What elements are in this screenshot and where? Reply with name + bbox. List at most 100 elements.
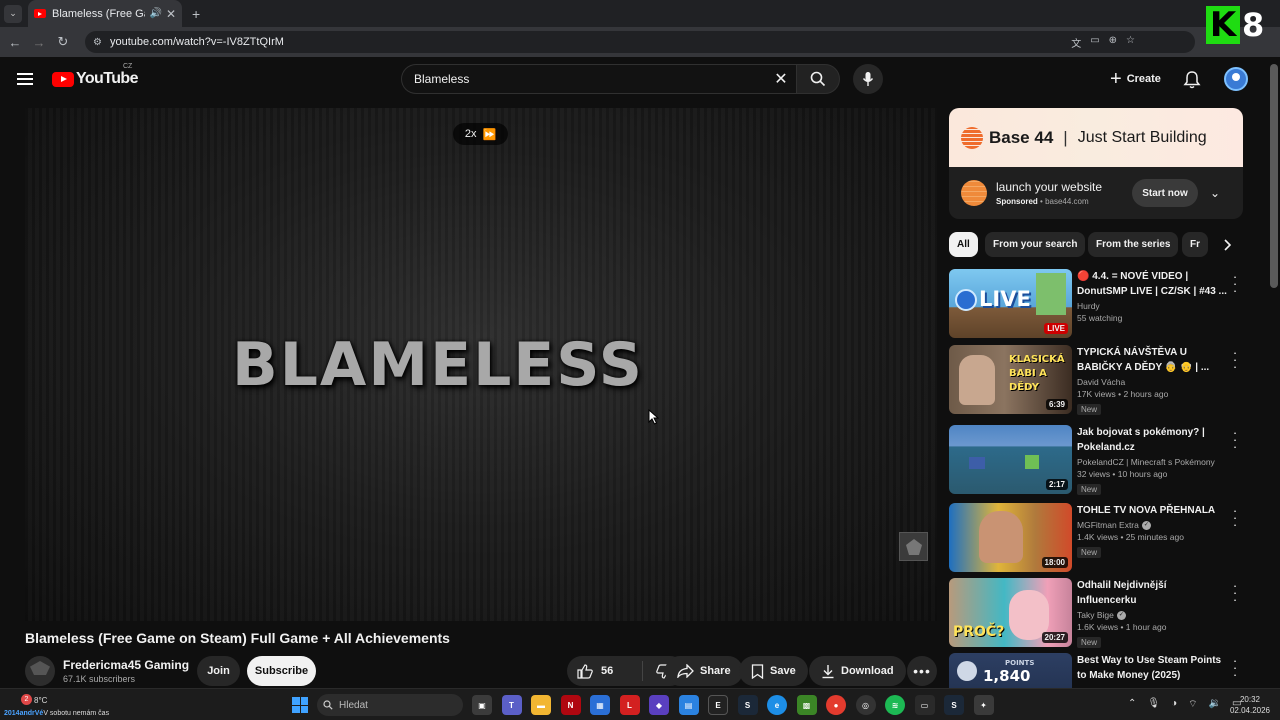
- chip-next-partial[interactable]: Fr: [1182, 232, 1208, 257]
- netflix-icon[interactable]: N: [560, 695, 581, 715]
- channel-avatar[interactable]: [25, 656, 55, 686]
- recommendation-item[interactable]: LIVE LIVE 🔴 4.4. = NOVÉ VIDEO | DonutSMP…: [949, 269, 1249, 339]
- l-app-icon[interactable]: L: [619, 695, 640, 715]
- epic-games-icon[interactable]: E: [708, 695, 728, 715]
- recommendation-title[interactable]: TYPICKÁ NÁVŠTĚVA U BABIČKY A DĚDY 👵 👴 | …: [1077, 345, 1227, 375]
- youtube-logo[interactable]: YouTube CZ: [52, 63, 138, 88]
- recommendation-title[interactable]: Odhalil Nejdivnější Influencerku: [1077, 578, 1227, 608]
- speaker-icon[interactable]: 🔊: [149, 8, 161, 19]
- video-thumbnail[interactable]: 2:17: [949, 425, 1072, 494]
- recommendation-item[interactable]: 2:17 Jak bojovat s pokémony? | Pokeland.…: [949, 425, 1249, 495]
- video-thumbnail[interactable]: PROČ? 20:27: [949, 578, 1072, 647]
- recommendation-title[interactable]: Best Way to Use Steam Points to Make Mon…: [1077, 653, 1227, 683]
- vpn-tray-icon[interactable]: ◑: [1171, 698, 1177, 711]
- recommendation-item[interactable]: KLASICKÁ BABI A DĚDY 6:39 TYPICKÁ NÁVŠTĚ…: [949, 345, 1249, 415]
- steam-client-icon[interactable]: S: [944, 695, 964, 715]
- edge-icon[interactable]: e: [767, 695, 787, 715]
- teams-icon[interactable]: T: [501, 695, 522, 715]
- zoom-icon[interactable]: ⊕: [1109, 35, 1117, 50]
- weather-widget[interactable]: 2 8°C 2014andrVéV sobotu nemám čas: [4, 692, 114, 720]
- windows-start-icon[interactable]: [292, 697, 308, 713]
- wifi-icon[interactable]: ⌔: [1188, 698, 1197, 711]
- recommendation-channel-name[interactable]: MGFitman Extra: [1077, 520, 1139, 530]
- subscribe-button[interactable]: Subscribe: [247, 656, 316, 686]
- video-player[interactable]: 2x ⏩ BLAMELESS: [25, 108, 937, 621]
- github-icon[interactable]: ◎: [855, 695, 876, 715]
- ad-info-card[interactable]: launch your website Sponsored • base44.c…: [949, 167, 1243, 219]
- voice-search-button[interactable]: [853, 64, 883, 94]
- kebab-menu-icon[interactable]: · · ·: [1229, 654, 1241, 681]
- kebab-menu-icon[interactable]: · · ·: [1229, 504, 1241, 531]
- recommendation-title[interactable]: Jak bojovat s pokémony? | Pokeland.cz: [1077, 425, 1227, 455]
- file-explorer-icon[interactable]: ▬: [531, 695, 551, 715]
- video-thumbnail[interactable]: KLASICKÁ BABI A DĚDY 6:39: [949, 345, 1072, 414]
- recommendation-item[interactable]: 18:00 TOHLE TV NOVA PŘEHNALA MGFitman Ex…: [949, 503, 1249, 573]
- forward-icon[interactable]: →: [27, 35, 51, 50]
- recommendation-title[interactable]: TOHLE TV NOVA PŘEHNALA: [1077, 503, 1227, 518]
- kebab-menu-icon[interactable]: · · ·: [1229, 346, 1241, 373]
- taskbar-clock[interactable]: 20:32 02.04.2026: [1228, 694, 1272, 716]
- save-button[interactable]: Save: [739, 656, 808, 686]
- search-button[interactable]: [796, 64, 840, 94]
- search-input[interactable]: Blameless ✕: [401, 64, 796, 94]
- url-text[interactable]: youtube.com/watch?v=-IV8ZTtQIrM: [110, 36, 284, 48]
- kebab-menu-icon[interactable]: · · ·: [1229, 579, 1241, 606]
- kebab-menu-icon[interactable]: · · ·: [1229, 426, 1241, 453]
- ad-banner-image[interactable]: Base 44 | Just Start Building: [949, 108, 1243, 167]
- tab-close-icon[interactable]: ✕: [166, 7, 176, 21]
- notifications-bell-icon[interactable]: [1183, 70, 1201, 89]
- address-bar[interactable]: ⚙ youtube.com/watch?v=-IV8ZTtQIrM 文 ▭ ⊕ …: [85, 31, 1195, 53]
- reload-icon[interactable]: ↻: [51, 34, 75, 50]
- store-icon[interactable]: ▦: [590, 695, 610, 715]
- terminal-icon[interactable]: ▭: [914, 695, 935, 715]
- back-icon[interactable]: ←: [3, 35, 27, 50]
- chip-from-your-search[interactable]: From your search: [985, 232, 1086, 257]
- tray-overflow-chevron-icon[interactable]: ⌃: [1128, 698, 1136, 711]
- recommendation-channel[interactable]: David Vácha: [1077, 377, 1227, 387]
- join-button[interactable]: Join: [197, 656, 240, 686]
- cast-icon[interactable]: ▭: [1090, 35, 1099, 50]
- tab-search-button[interactable]: ⌄: [4, 4, 22, 23]
- more-actions-button[interactable]: •••: [907, 656, 937, 686]
- chips-scroll-right-button[interactable]: [1212, 232, 1242, 257]
- copilot-icon[interactable]: ◆: [649, 695, 669, 715]
- browser-tab-active[interactable]: Blameless (Free Game on Steam) Full Game…: [28, 0, 182, 27]
- recommendation-channel[interactable]: PokelandCZ | Minecraft s Pokémony: [1077, 457, 1227, 467]
- chrome-icon[interactable]: ●: [826, 695, 846, 715]
- kebab-menu-icon[interactable]: · · ·: [1229, 270, 1241, 297]
- recommendation-channel[interactable]: Hurdy: [1077, 301, 1227, 311]
- recommendation-title[interactable]: 🔴 4.4. = NOVÉ VIDEO | DonutSMP LIVE | CZ…: [1077, 269, 1227, 299]
- chip-from-the-series[interactable]: From the series: [1088, 232, 1179, 257]
- recommendation-item[interactable]: PROČ? 20:27 Odhalil Nejdivnější Influenc…: [949, 578, 1249, 649]
- search-input-value[interactable]: Blameless: [414, 72, 766, 86]
- share-button[interactable]: Share: [665, 656, 743, 686]
- task-view-icon[interactable]: ▣: [472, 695, 492, 715]
- bookmark-star-icon[interactable]: ☆: [1126, 35, 1135, 50]
- chip-all[interactable]: All: [949, 232, 978, 257]
- like-button[interactable]: 56: [567, 661, 643, 681]
- minecraft-icon[interactable]: ▩: [796, 695, 817, 715]
- volume-icon[interactable]: 🔉: [1209, 698, 1221, 711]
- channel-watermark[interactable]: [899, 532, 928, 561]
- account-avatar[interactable]: [1224, 67, 1248, 91]
- steam-icon[interactable]: S: [737, 695, 758, 715]
- spotify-icon[interactable]: ≋: [885, 695, 905, 715]
- site-info-icon[interactable]: ⚙: [93, 37, 102, 48]
- page-scrollbar[interactable]: [1270, 64, 1278, 288]
- menu-icon[interactable]: [17, 73, 33, 85]
- microphone-tray-icon[interactable]: 🎙: [1147, 698, 1160, 711]
- clear-search-icon[interactable]: ✕: [766, 69, 796, 89]
- ad-expand-chevron-icon[interactable]: ⌄: [1210, 186, 1220, 200]
- game-app-icon[interactable]: ✦: [973, 695, 994, 715]
- new-tab-button[interactable]: +: [192, 6, 200, 22]
- create-button[interactable]: + Create: [1102, 64, 1170, 94]
- photos-icon[interactable]: ▤: [678, 695, 699, 715]
- taskbar-search[interactable]: Hledat: [317, 694, 463, 716]
- translate-icon[interactable]: 文: [1071, 35, 1081, 50]
- download-button[interactable]: Download: [809, 656, 906, 686]
- channel-name[interactable]: Fredericma45 Gaming: [63, 658, 189, 672]
- recommendation-channel-name[interactable]: Taky Bige: [1077, 610, 1114, 620]
- video-thumbnail[interactable]: 18:00: [949, 503, 1072, 572]
- video-thumbnail[interactable]: LIVE LIVE: [949, 269, 1072, 338]
- ad-cta-button[interactable]: Start now: [1132, 179, 1198, 207]
